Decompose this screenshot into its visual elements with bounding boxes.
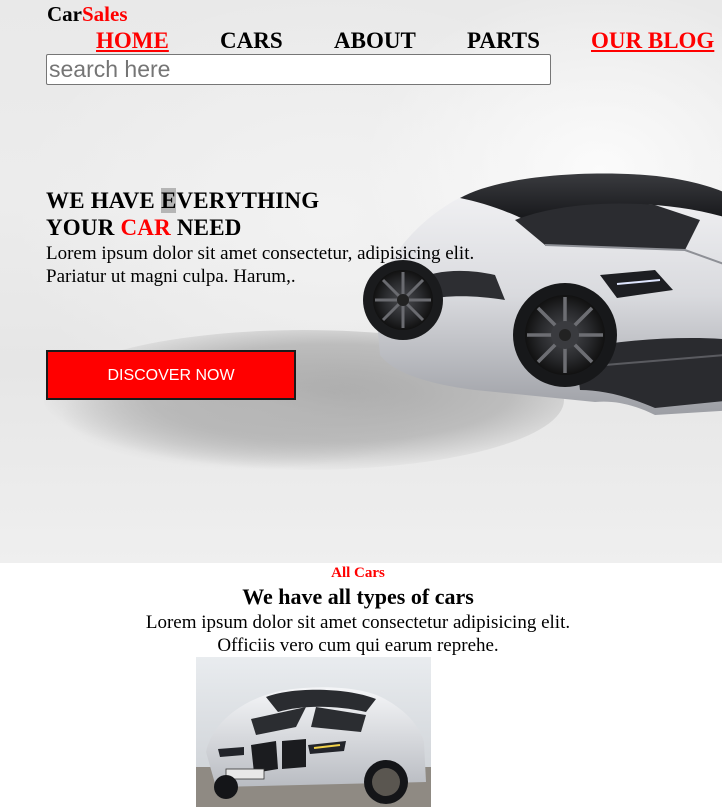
logo-text-car: Car [47,2,82,26]
nav-link-about[interactable]: ABOUT [334,27,416,55]
discover-now-button[interactable]: DISCOVER NOW [46,350,296,400]
section-title: We have all types of cars [242,584,474,609]
hero-headline-line2: YOUR CAR NEED [46,214,319,241]
nav-link-blog[interactable]: OUR BLOG [591,27,714,55]
headline-text: NEED [170,215,242,240]
hero-description-line1: Lorem ipsum dolor sit amet consectetur, … [46,243,475,264]
headline-text: YOUR [46,215,121,240]
section-description: Lorem ipsum dolor sit amet consectetur a… [0,611,716,657]
nav-link-cars[interactable]: CARS [220,27,283,55]
hero-headline-line1: WE HAVE EVERYTHING [46,187,319,214]
nav-link-parts[interactable]: PARTS [467,27,540,55]
headline-text: VERYTHING [176,188,320,213]
hero-car-image [363,173,722,415]
nav-link-home[interactable]: HOME [96,27,169,55]
headline-accent-text: CAR [120,215,171,240]
site-logo[interactable]: CarSales [47,2,128,26]
hero-section: CarSales HOME CARS ABOUT PARTS OUR BLOG … [0,0,722,563]
headline-text: WE HAVE [46,188,161,213]
car-card-image[interactable] [196,657,431,807]
main-nav: HOME CARS ABOUT PARTS OUR BLOG [0,27,722,55]
section-description-line2: Officiis vero cum qui earum reprehe. [217,635,499,656]
section-description-line1: Lorem ipsum dolor sit amet consectetur a… [145,612,571,633]
logo-text-sales: Sales [82,2,128,26]
headline-text-selected: E [160,188,177,213]
section-label: All Cars [331,565,385,581]
hero-description: Lorem ipsum dolor sit amet consectetur, … [46,242,516,288]
search-input[interactable] [46,54,551,85]
hero-description-line2: Pariatur ut magni culpa. Harum,. [46,266,296,287]
hero-headline: WE HAVE EVERYTHING YOUR CAR NEED [46,187,319,241]
